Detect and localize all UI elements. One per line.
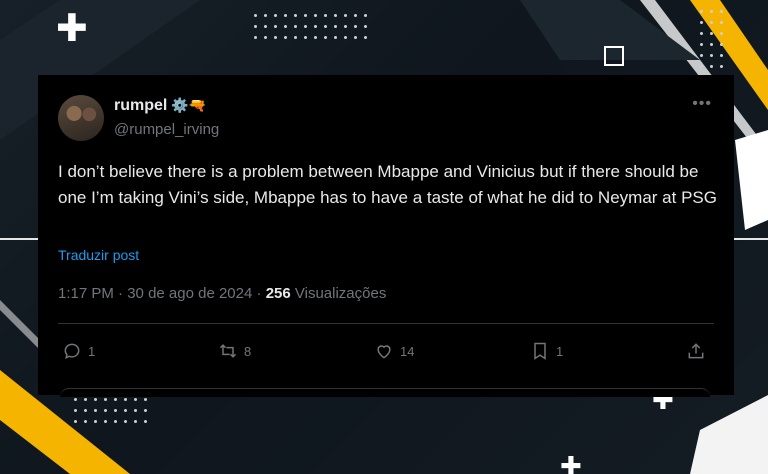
bookmark-icon — [534, 342, 546, 360]
separator-dot: · — [118, 285, 128, 302]
retweet-count: 8 — [244, 343, 252, 359]
user-handle[interactable]: @rumpel_irving — [114, 121, 219, 138]
retweet-icon — [219, 344, 237, 358]
display-name[interactable]: rumpel — [114, 97, 167, 115]
tweet-date[interactable]: 30 de ago de 2024 — [127, 285, 252, 302]
like-count: 14 — [400, 343, 415, 359]
views-count: 256 — [265, 285, 291, 302]
divider — [58, 323, 714, 324]
share-icon — [688, 343, 704, 359]
heart-icon — [377, 345, 391, 359]
tweet-text: I don’t believe there is a problem betwe… — [58, 162, 717, 207]
outline-square-decoration — [604, 46, 624, 66]
plus-decoration: ✚ — [56, 6, 88, 50]
reply-button[interactable]: 1 — [62, 341, 95, 361]
views-label: Visualizações — [294, 285, 387, 302]
reply-icon — [64, 343, 80, 359]
dot-grid-decoration — [74, 398, 147, 423]
background-line-right — [734, 238, 768, 240]
background-line-left — [0, 238, 38, 240]
name-emojis: ⚙️🔫 — [171, 98, 207, 114]
plus-decoration: ✚ — [560, 452, 582, 474]
dot-grid-decoration — [700, 10, 723, 68]
action-bar: 1 8 14 1 — [58, 341, 714, 367]
tweet-card: rumpel ⚙️🔫 @rumpel_irving ••• I don’t be… — [38, 75, 734, 395]
bookmark-button[interactable]: 1 — [530, 341, 563, 361]
retweet-button[interactable]: 8 — [218, 341, 251, 361]
reply-count: 1 — [88, 343, 96, 359]
bookmark-count: 1 — [556, 343, 564, 359]
separator-dot: · — [256, 285, 266, 302]
tweet-time[interactable]: 1:17 PM — [58, 285, 114, 302]
next-tweet-edge — [60, 388, 710, 397]
avatar[interactable] — [58, 95, 104, 141]
translate-post-link[interactable]: Traduzir post — [58, 247, 139, 263]
share-button[interactable] — [686, 341, 706, 361]
more-dots-icon[interactable]: ••• — [692, 95, 712, 113]
tweet-meta: 1:17 PM · 30 de ago de 2024 · 256 Visual… — [58, 285, 386, 302]
dot-grid-decoration — [254, 14, 367, 39]
author-name-row[interactable]: rumpel ⚙️🔫 — [114, 97, 206, 115]
like-button[interactable]: 14 — [374, 341, 414, 361]
